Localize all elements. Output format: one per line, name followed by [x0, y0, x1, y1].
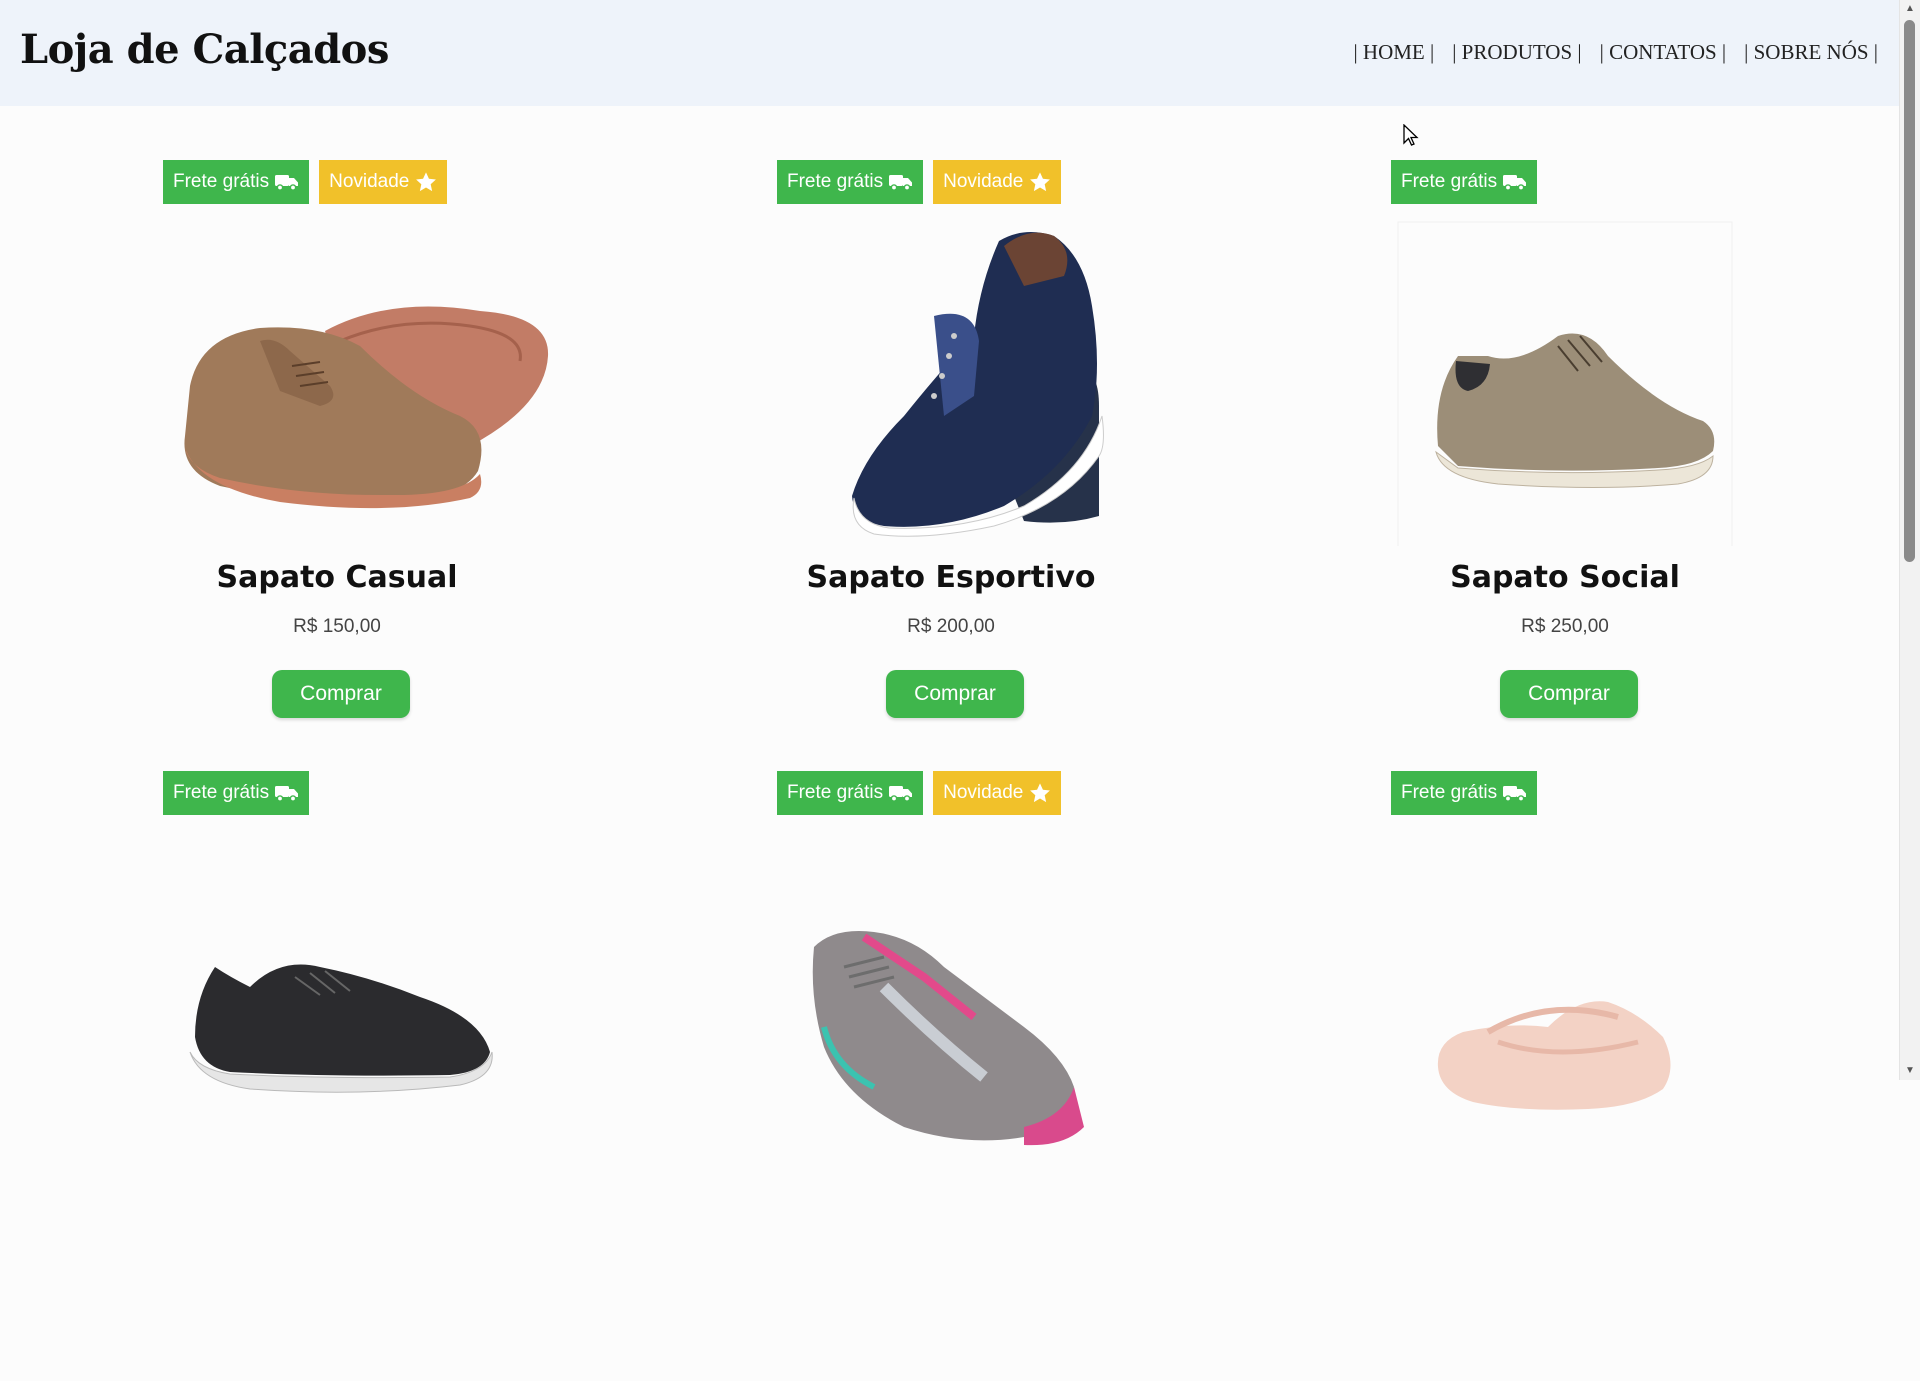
product-name: Sapato Casual: [216, 560, 458, 595]
product-price: R$ 250,00: [1521, 616, 1609, 637]
main-nav: | HOME | | PRODUTOS | | CONTATOS | | SOB…: [1353, 40, 1878, 65]
new-label: Novidade: [329, 171, 410, 192]
product-price: R$ 150,00: [293, 616, 381, 637]
nav-home[interactable]: | HOME |: [1353, 40, 1434, 65]
badge-group: Frete grátis Novidade: [163, 160, 448, 204]
site-title: Loja de Calçados: [20, 26, 389, 73]
badge-group: Frete grátis: [1391, 771, 1538, 815]
site-header: Loja de Calçados | HOME | | PRODUTOS | |…: [0, 0, 1900, 106]
free-shipping-label: Frete grátis: [787, 782, 884, 803]
scroll-up-icon[interactable]: ▲: [1900, 0, 1920, 18]
star-icon: [415, 171, 437, 193]
buy-button[interactable]: Comprar: [1500, 670, 1638, 718]
nav-produtos[interactable]: | PRODUTOS |: [1452, 40, 1581, 65]
free-shipping-badge: Frete grátis: [1391, 771, 1538, 815]
new-label: Novidade: [943, 782, 1024, 803]
truck-icon: [275, 784, 299, 802]
free-shipping-label: Frete grátis: [787, 171, 884, 192]
truck-icon: [1503, 173, 1527, 191]
badge-group: Frete grátis Novidade: [777, 771, 1062, 815]
product-price: R$ 200,00: [907, 616, 995, 637]
product-card-5: Frete grátis Novidade: [644, 771, 1258, 1381]
new-badge: Novidade: [933, 771, 1062, 815]
new-label: Novidade: [943, 171, 1024, 192]
beige-social-shoe-image: [1397, 221, 1733, 546]
product-card-4: Frete grátis: [30, 771, 644, 1381]
navy-sneaker-pair-image: [852, 232, 1104, 537]
vertical-scrollbar[interactable]: ▲ ▼: [1899, 0, 1920, 1080]
free-shipping-badge: Frete grátis: [1391, 160, 1538, 204]
mouse-cursor-icon: [1403, 124, 1419, 146]
star-icon: [1029, 171, 1051, 193]
grey-pink-running-shoe-image: [812, 931, 1084, 1146]
buy-button[interactable]: Comprar: [886, 670, 1024, 718]
new-badge: Novidade: [319, 160, 448, 204]
free-shipping-label: Frete grátis: [173, 171, 270, 192]
black-running-sneaker-image: [189, 964, 493, 1093]
product-name: Sapato Social: [1450, 560, 1680, 595]
truck-icon: [889, 784, 913, 802]
free-shipping-label: Frete grátis: [1401, 171, 1498, 192]
nav-contatos[interactable]: | CONTATOS |: [1600, 40, 1727, 65]
star-icon: [1029, 782, 1051, 804]
badge-group: Frete grátis: [163, 771, 310, 815]
free-shipping-badge: Frete grátis: [163, 160, 310, 204]
free-shipping-badge: Frete grátis: [777, 160, 924, 204]
product-card-6: Frete grátis: [1258, 771, 1872, 1381]
truck-icon: [275, 173, 299, 191]
truck-icon: [889, 173, 913, 191]
scrollbar-thumb[interactable]: [1904, 20, 1915, 562]
product-card-sapato-casual: Frete grátis Novidade Sapato Casual R$ 1…: [30, 160, 644, 770]
free-shipping-badge: Frete grátis: [163, 771, 310, 815]
new-badge: Novidade: [933, 160, 1062, 204]
free-shipping-badge: Frete grátis: [777, 771, 924, 815]
free-shipping-label: Frete grátis: [173, 782, 270, 803]
buy-button[interactable]: Comprar: [272, 670, 410, 718]
badge-group: Frete grátis: [1391, 160, 1538, 204]
free-shipping-label: Frete grátis: [1401, 782, 1498, 803]
product-card-sapato-esportivo: Frete grátis Novidade Sapato Esportivo R…: [644, 160, 1258, 770]
nav-sobre-nos[interactable]: | SOBRE NÓS |: [1744, 40, 1878, 65]
product-card-sapato-social: Frete grátis Sapato Social R$ 250,00 Com…: [1258, 160, 1872, 770]
pink-ballet-slipper-image: [1437, 1001, 1671, 1110]
brown-casual-shoe-image: [184, 306, 549, 509]
truck-icon: [1503, 784, 1527, 802]
product-name: Sapato Esportivo: [806, 560, 1096, 595]
scroll-down-icon[interactable]: ▼: [1900, 1062, 1920, 1080]
badge-group: Frete grátis Novidade: [777, 160, 1062, 204]
